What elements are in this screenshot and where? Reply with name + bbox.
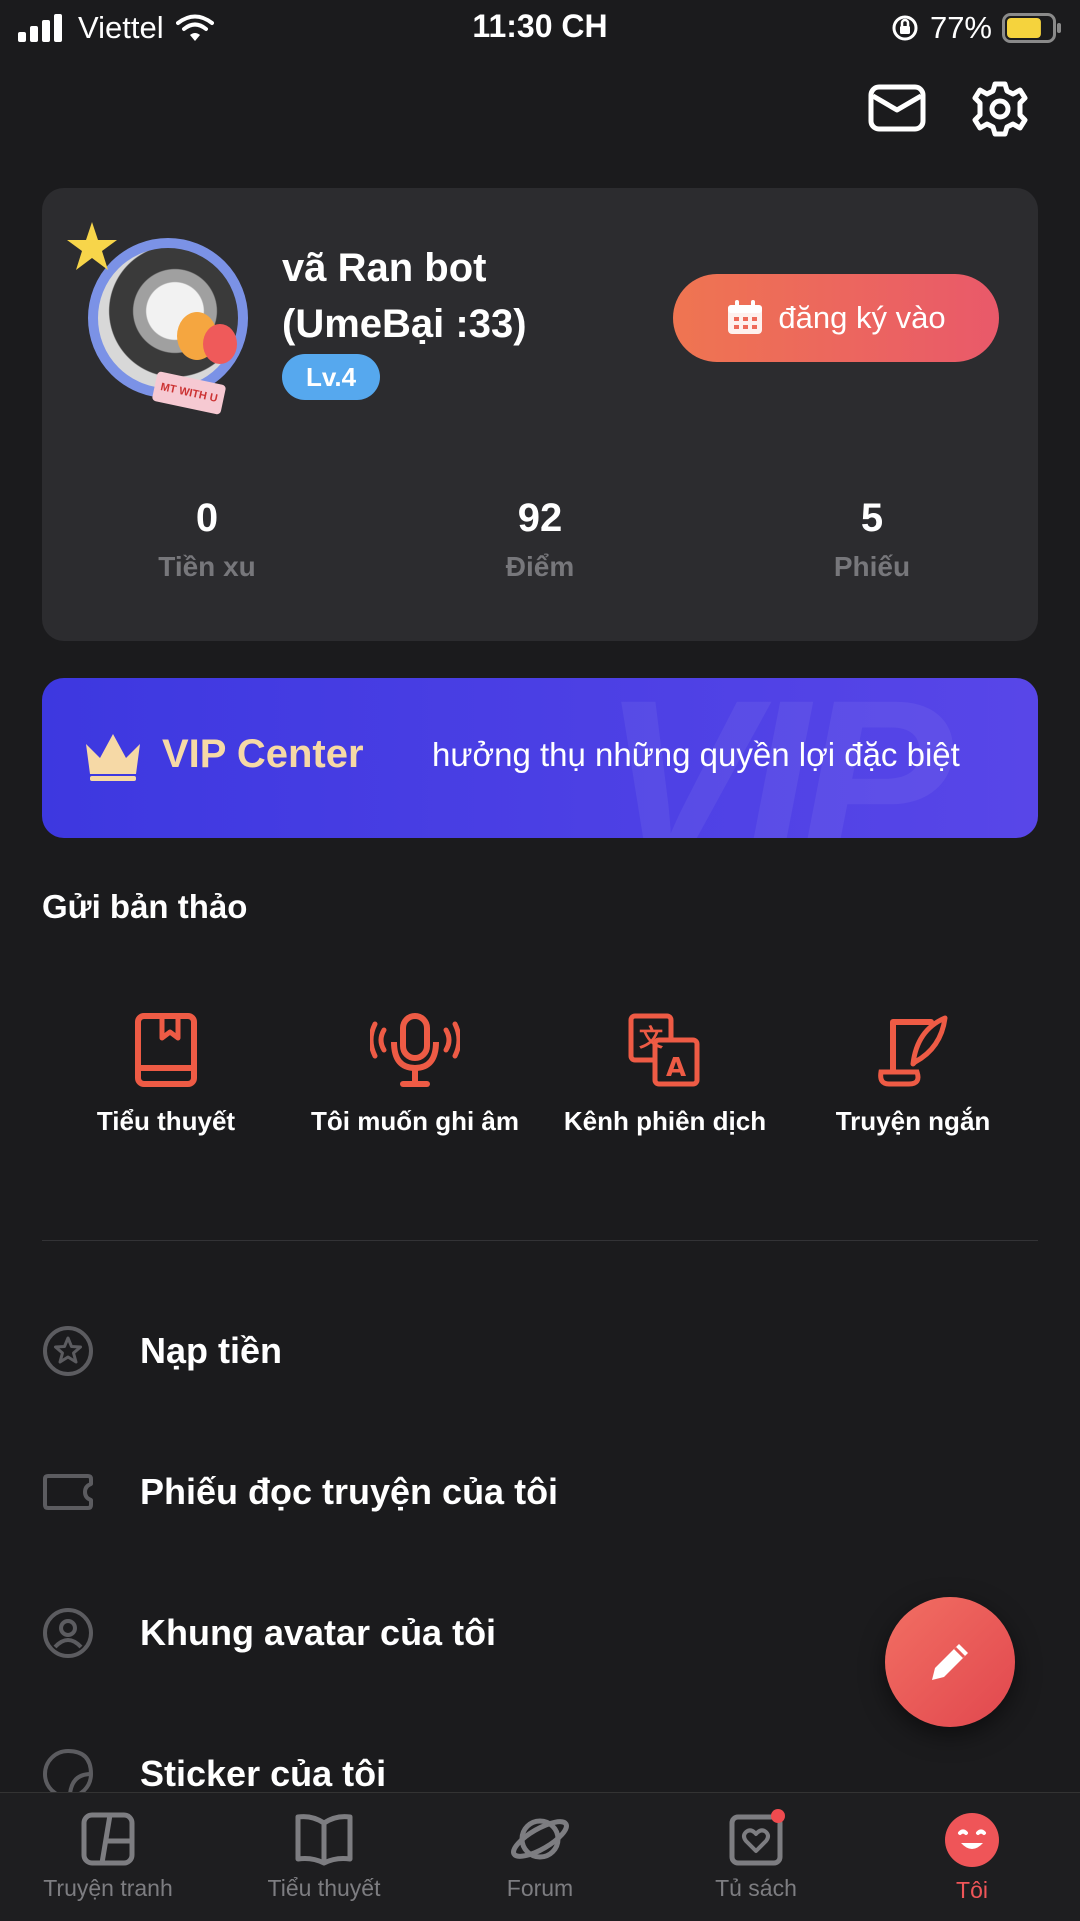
submit-label: Kênh phiên dịch [563,1106,767,1136]
comic-icon [81,1812,135,1866]
compose-fab[interactable] [885,1597,1015,1727]
notification-dot [771,1809,785,1823]
rotation-lock-icon [892,15,918,41]
vip-description: hưởng thụ những quyền lợi đặc biệt [432,736,960,773]
submit-label: Truyện ngắn [835,1106,991,1136]
stat-tickets[interactable]: 5 Phiếu [772,496,972,583]
nav-me[interactable]: Tôi [864,1793,1080,1921]
star-decoration-icon [67,222,117,270]
crown-icon [86,734,140,781]
stat-label: Phiếu [833,551,911,582]
section-title-submit: Gửi bản thảo [42,888,248,925]
settings-button[interactable] [971,80,1029,138]
user-name: vã Ran bot (UmeBại :33) [282,246,527,346]
stat-value: 92 [517,496,563,540]
stat-points[interactable]: 92 Điểm [440,496,640,583]
menu-label: Nạp tiền [140,1330,283,1371]
avatar[interactable]: MT WITH U [62,218,262,418]
level-badge: Lv.4 [282,354,380,400]
nav-label: Truyện tranh [43,1875,173,1901]
nav-bookshelf[interactable]: Tủ sách [648,1793,864,1921]
status-bar: Viettel 11:30 CH 77% [0,0,1080,56]
nav-label: Tủ sách [715,1875,797,1901]
quill-icon [878,1015,948,1087]
open-book-icon [295,1814,353,1866]
menu-item-avatar-frame[interactable]: Khung avatar của tôi [42,1593,942,1673]
nav-label: Forum [506,1875,574,1901]
battery-percent: 77% [929,10,992,45]
avatar-frame-icon [43,1608,93,1658]
vip-banner[interactable]: VIP VIP Center hưởng thụ những quyền lợi… [42,678,1038,838]
calendar-icon [728,300,763,334]
checkin-button[interactable]: đăng ký vào [673,274,999,362]
stat-value: 5 [860,496,884,540]
submit-recording[interactable]: Tôi muốn ghi âm [290,1012,540,1137]
submit-short-story[interactable]: Truyện ngắn [788,1012,1038,1137]
submit-translation[interactable]: 文 A Kênh phiên dịch [540,1012,790,1137]
ticket-icon [43,1474,93,1510]
mail-button[interactable] [868,84,926,132]
submit-label: Tôi muốn ghi âm [311,1106,519,1136]
stat-label: Điểm [505,551,575,582]
microphone-icon [370,1013,460,1087]
star-coin-icon [43,1326,93,1376]
stat-coins[interactable]: 0 Tiền xu [107,496,307,583]
nav-forum[interactable]: Forum [432,1793,648,1921]
book-icon [135,1013,197,1087]
nav-comic[interactable]: Truyện tranh [0,1793,216,1921]
menu-item-reading-tickets[interactable]: Phiếu đọc truyện của tôi [42,1452,942,1532]
pencil-icon [932,1644,968,1680]
smiley-icon [945,1813,999,1867]
menu-item-recharge[interactable]: Nạp tiền [42,1311,942,1391]
gear-icon [972,81,1028,137]
nav-novel[interactable]: Tiểu thuyết [216,1793,432,1921]
submit-novel[interactable]: Tiểu thuyết [41,1012,291,1137]
status-right: 77% [890,10,1062,46]
bottom-nav: Truyện tranh Tiểu thuyết Forum Tủ sách T… [0,1792,1080,1921]
svg-text:文: 文 [639,1024,664,1052]
profile-card: MT WITH U vã Ran bot (UmeBại :33) Lv.4 đ… [42,188,1038,641]
menu-label: Khung avatar của tôi [140,1612,497,1653]
submit-label: Tiểu thuyết [96,1106,236,1136]
divider [42,1240,1038,1241]
svg-text:A: A [666,1053,686,1083]
checkin-label: đăng ký vào [778,300,946,335]
envelope-icon [868,84,926,132]
battery-icon [1002,13,1061,43]
menu-label: Phiếu đọc truyện của tôi [140,1471,559,1512]
menu-label: Sticker của tôi [140,1753,387,1794]
translate-icon: 文 A [628,1013,700,1087]
nav-label: Tiểu thuyết [267,1875,381,1901]
planet-icon [511,1818,569,1860]
stat-value: 0 [195,496,219,540]
nav-label: Tôi [956,1877,988,1903]
vip-title: VIP Center [162,732,364,776]
stat-label: Tiền xu [158,551,256,582]
